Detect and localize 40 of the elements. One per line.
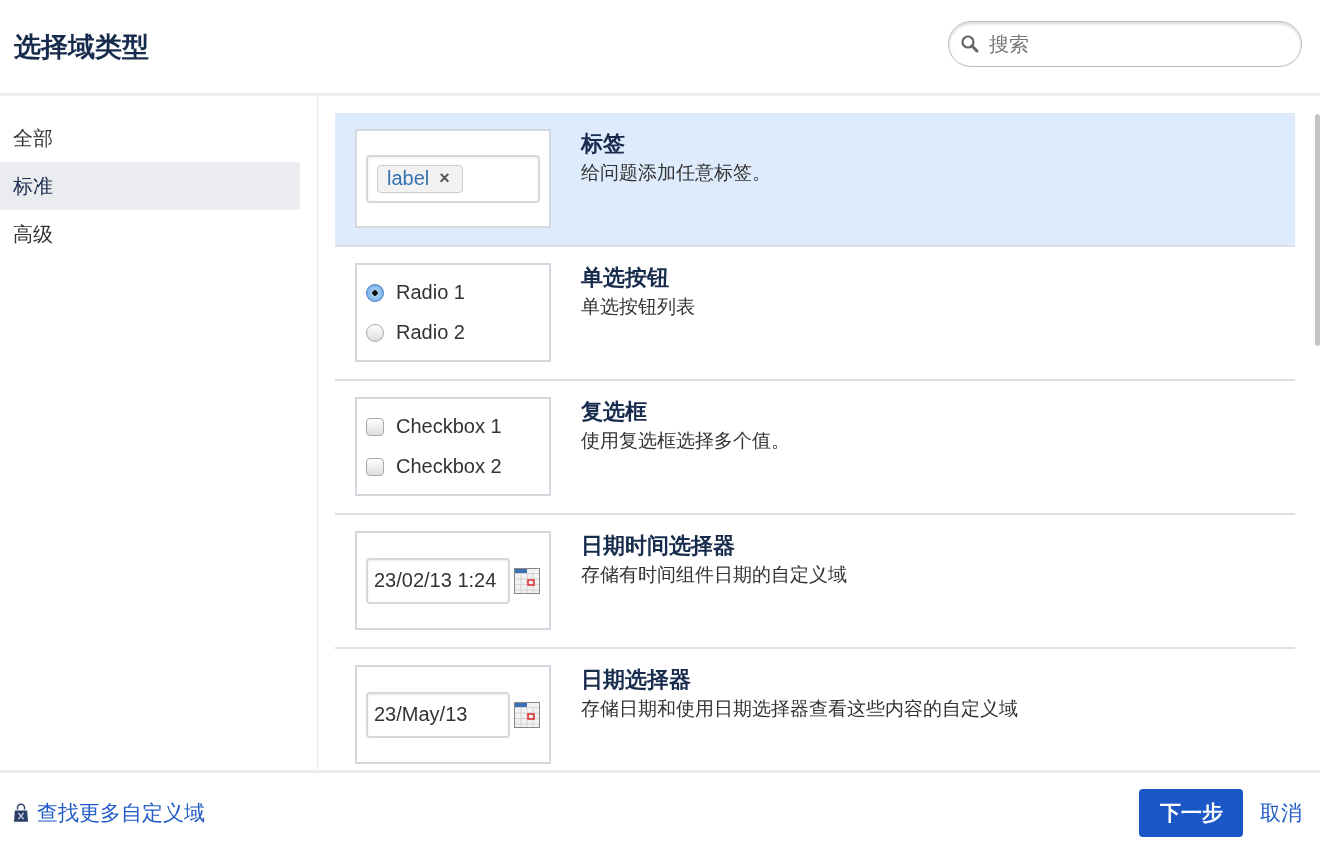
field-type-description: 存储有时间组件日期的自定义域	[581, 563, 847, 587]
option-label: Checkbox 1	[396, 415, 502, 438]
calendar-icon[interactable]	[514, 701, 540, 728]
scrollbar[interactable]	[1315, 114, 1320, 346]
field-type-row[interactable]: 23/May/13 日期选择器 存储日期和使用日期选择器查看这些内容的自定义域	[335, 649, 1295, 770]
calendar-icon[interactable]	[514, 567, 540, 594]
field-type-title: 日期时间选择器	[581, 532, 736, 560]
field-type-title: 单选按钮	[581, 264, 670, 292]
checkbox[interactable]	[366, 457, 384, 476]
find-more-link[interactable]: 查找更多自定义域	[14, 798, 205, 827]
sidebar-item[interactable]: 高级	[0, 210, 300, 258]
field-type-description: 单选按钮列表	[581, 295, 695, 319]
field-type-row[interactable]: label × 标签 给问题添加任意标签。	[335, 113, 1295, 247]
date-field[interactable]: 23/May/13	[366, 691, 510, 738]
radio-button[interactable]	[366, 323, 384, 342]
field-type-row[interactable]: Radio 1 Radio 2 单选按钮 单选按钮列表	[335, 247, 1295, 381]
checkbox[interactable]	[366, 417, 384, 436]
tag-field[interactable]: label ×	[366, 154, 540, 203]
search-field[interactable]: 搜索	[948, 21, 1302, 67]
option-label: Radio 1	[396, 281, 465, 304]
bag-icon	[14, 802, 28, 823]
field-type-row[interactable]: 23/02/13 1:24 日期时间选择器 存储有时间组件日期的自定义域	[335, 515, 1295, 649]
sidebar-item[interactable]: 标准	[0, 162, 300, 210]
option-label: Radio 2	[396, 321, 465, 344]
cancel-link[interactable]: 取消	[1260, 798, 1302, 827]
next-button[interactable]: 下一步	[1139, 788, 1243, 837]
remove-tag-button[interactable]: ×	[439, 167, 450, 189]
tag-label: label	[387, 166, 430, 190]
field-type-description: 使用复选框选择多个值。	[581, 429, 790, 453]
field-type-title: 日期选择器	[581, 666, 692, 694]
date-field[interactable]: 23/02/13 1:24	[366, 557, 510, 604]
field-type-title: 标签	[581, 130, 626, 158]
radio-button[interactable]	[366, 283, 384, 302]
sidebar-item[interactable]: 全部	[0, 114, 300, 162]
field-type-title: 复选框	[581, 398, 648, 426]
field-type-row[interactable]: Checkbox 1 Checkbox 2 复选框 使用复选框选择多个值。	[335, 381, 1295, 515]
dialog-title: 选择域类型	[14, 30, 149, 64]
field-type-description: 存储日期和使用日期选择器查看这些内容的自定义域	[581, 697, 1018, 721]
field-type-description: 给问题添加任意标签。	[581, 161, 771, 185]
option-label: Checkbox 2	[396, 455, 502, 478]
